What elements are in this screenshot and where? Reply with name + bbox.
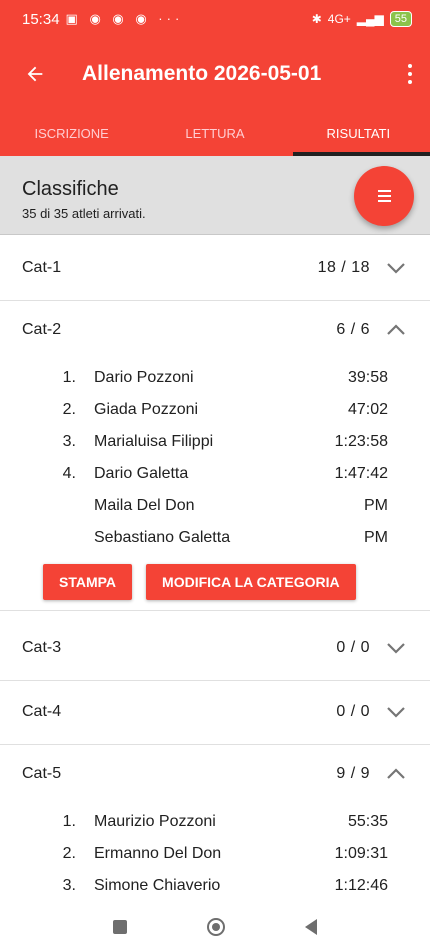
result-position: 3. <box>62 433 76 450</box>
chevron-up-icon[interactable] <box>384 318 408 342</box>
result-row: Maila Del Don PM <box>0 490 430 522</box>
athlete-name: Ermanno Del Don <box>94 845 222 862</box>
overflow-menu-icon[interactable] <box>404 59 416 89</box>
result-row: Sebastiano Galetta PM <box>0 522 430 554</box>
category-header[interactable]: Cat-4 0 / 0 <box>0 680 430 744</box>
category-count: 0 / 0 <box>336 639 370 656</box>
app-bar: Allenamento 2026-05-01 <box>0 38 430 110</box>
result-position: 4. <box>62 465 76 482</box>
result-time: 1:12:46 <box>334 877 388 894</box>
category-count: 0 / 0 <box>336 703 370 720</box>
athlete-name: Maila Del Don <box>94 497 195 514</box>
athlete-name: Giada Pozzoni <box>94 401 199 418</box>
athlete-name: Sebastiano Galetta <box>94 529 231 546</box>
category-name: Cat-5 <box>22 765 62 782</box>
result-position: 2. <box>62 401 76 418</box>
category-panel: Cat-3 0 / 0 <box>0 616 430 681</box>
tab-lettura[interactable]: LETTURA <box>143 110 286 156</box>
edit-category-button[interactable]: MODIFICA LA CATEGORIA <box>146 564 356 600</box>
athlete-name: Simone Chiaverio <box>94 877 221 894</box>
result-time: 1:47:42 <box>334 465 388 482</box>
status-time: 15:34 <box>22 10 60 28</box>
bluetooth-icon: ✱ <box>311 12 322 26</box>
result-row: 1. Dario Pozzoni 39:58 <box>0 362 430 394</box>
category-header[interactable]: Cat-3 0 / 0 <box>0 616 430 680</box>
chevron-down-icon[interactable] <box>384 256 408 280</box>
category-count: 18 / 18 <box>317 259 370 276</box>
back-arrow-icon[interactable] <box>20 59 50 89</box>
category-name: Cat-3 <box>22 639 62 656</box>
result-time: 47:02 <box>347 401 388 418</box>
result-row: 3. Simone Chiaverio 1:12:46 <box>0 870 430 902</box>
category-panel: Cat-5 9 / 9 1. Maurizio Pozzoni 55:35 2.… <box>0 742 430 902</box>
result-time: 1:23:58 <box>334 433 388 450</box>
result-row: 3. Marialuisa Filippi 1:23:58 <box>0 426 430 458</box>
result-row: 1. Maurizio Pozzoni 55:35 <box>0 806 430 838</box>
tab-bar: ISCRIZIONE LETTURA RISULTATI <box>0 110 430 156</box>
category-header[interactable]: Cat-5 9 / 9 <box>0 742 430 806</box>
category-name: Cat-2 <box>22 321 62 338</box>
signal-label: 4G+ <box>327 12 351 26</box>
nav-back-icon[interactable] <box>305 919 317 935</box>
page-title: Allenamento 2026-05-01 <box>82 62 322 85</box>
result-time: 1:09:31 <box>334 845 388 862</box>
athlete-name: Marialuisa Filippi <box>94 433 214 450</box>
home-icon[interactable] <box>207 918 225 936</box>
results-list: 1. Dario Pozzoni 39:58 2. Giada Pozzoni … <box>0 362 430 554</box>
chevron-down-icon[interactable] <box>384 636 408 660</box>
results-list: 1. Maurizio Pozzoni 55:35 2. Ermanno Del… <box>0 806 430 902</box>
athlete-name: Dario Pozzoni <box>94 369 194 386</box>
result-row: 2. Giada Pozzoni 47:02 <box>0 394 430 426</box>
status-bar: 15:34 ▣ ◉ ◉ ◉ ··· ✱ 4G+ ▂▄▆ 55 <box>0 0 430 38</box>
result-time: 55:35 <box>347 813 388 830</box>
result-row: 2. Ermanno Del Don 1:09:31 <box>0 838 430 870</box>
status-right-icons: ✱ 4G+ ▂▄▆ 55 <box>312 11 412 27</box>
category-name: Cat-1 <box>22 259 62 276</box>
category-count: 6 / 6 <box>336 321 370 338</box>
category-name: Cat-4 <box>22 703 62 720</box>
result-position: 1. <box>62 369 76 386</box>
result-position: 3. <box>62 877 76 894</box>
menu-icon[interactable] <box>354 166 414 226</box>
notification-icons: ▣ ◉ ◉ ◉ ··· <box>65 11 184 26</box>
result-position: 2. <box>62 845 76 862</box>
category-header[interactable]: Cat-2 6 / 6 <box>0 298 430 362</box>
chevron-up-icon[interactable] <box>384 762 408 786</box>
athlete-name: Dario Galetta <box>94 465 189 482</box>
recents-icon[interactable] <box>113 920 127 934</box>
chevron-down-icon[interactable] <box>384 700 408 724</box>
system-nav-bar <box>0 905 430 949</box>
result-time: 39:58 <box>347 369 388 386</box>
print-button[interactable]: STAMPA <box>43 564 133 600</box>
category-panel: Cat-2 6 / 6 1. Dario Pozzoni 39:58 2. Gi… <box>0 298 430 611</box>
result-position: 1. <box>62 813 76 830</box>
battery-icon: 55 <box>389 11 412 27</box>
category-actions: STAMPA MODIFICA LA CATEGORIA <box>0 554 430 610</box>
category-panel: Cat-4 0 / 0 <box>0 680 430 745</box>
category-count: 9 / 9 <box>336 765 370 782</box>
result-time: PM <box>364 497 388 514</box>
tab-iscrizione[interactable]: ISCRIZIONE <box>0 110 143 156</box>
signal-icon: ▂▄▆ <box>356 12 384 26</box>
tab-risultati[interactable]: RISULTATI <box>287 110 430 156</box>
athlete-name: Maurizio Pozzoni <box>94 813 216 830</box>
category-panel: Cat-1 18 / 18 <box>0 236 430 301</box>
category-header[interactable]: Cat-1 18 / 18 <box>0 236 430 300</box>
result-row: 4. Dario Galetta 1:47:42 <box>0 458 430 490</box>
result-time: PM <box>364 529 388 546</box>
